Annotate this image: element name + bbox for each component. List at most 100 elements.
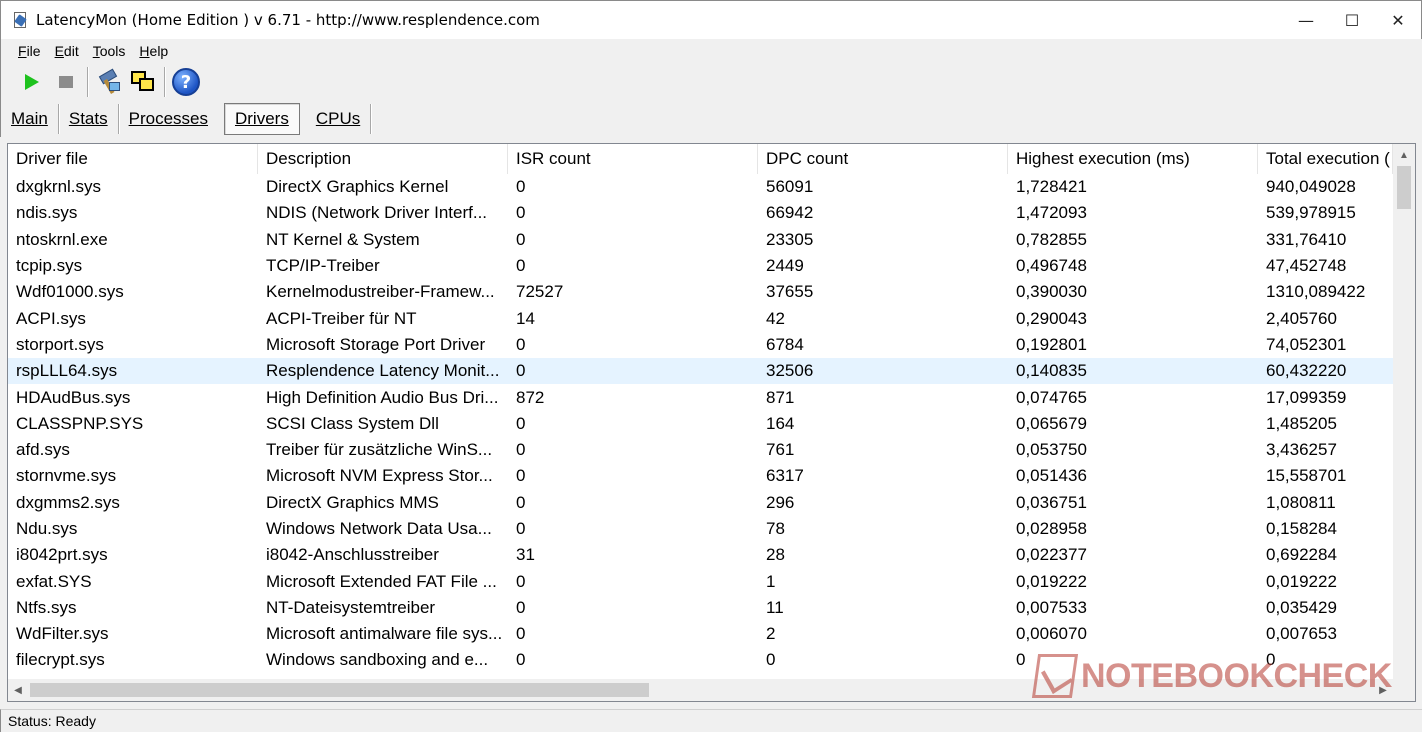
menu-item-edit[interactable]: Edit	[48, 43, 86, 59]
table-cell: 0	[516, 256, 526, 276]
table-row[interactable]: afd.sys Treiber für zusätzliche WinS... 0 7…	[8, 437, 1393, 463]
table-cell: 2,405760	[1266, 308, 1337, 328]
menu-item-file[interactable]: File	[11, 43, 48, 59]
vertical-scroll-thumb[interactable]	[1397, 166, 1411, 209]
stop-icon	[59, 76, 73, 88]
toolbar: ?	[0, 63, 1422, 101]
horizontal-scroll-thumb[interactable]	[30, 683, 649, 697]
table-cell: 0,074765	[1016, 387, 1087, 407]
table-row[interactable]: HDAudBus.sys High Definition Audio Bus Dr…	[8, 384, 1393, 410]
table-cell: 0	[516, 203, 526, 223]
table-row[interactable]: storport.sys Microsoft Storage Port Drive…	[8, 332, 1393, 358]
table-row[interactable]: stornvme.sys Microsoft NVM Express Stor..…	[8, 463, 1393, 489]
table-row[interactable]: exfat.SYS Microsoft Extended FAT File ...…	[8, 568, 1393, 594]
help-icon: ?	[172, 68, 200, 96]
hammer-tool-button[interactable]	[92, 66, 126, 98]
table-row[interactable]: dxgkrnl.sys DirectX Graphics Kernel 0 56091…	[8, 174, 1393, 200]
table-cell: 2	[766, 624, 776, 644]
table-cell: 0	[516, 597, 526, 617]
table-cell: 56091	[766, 177, 814, 197]
column-header[interactable]: DPC count	[758, 144, 1008, 174]
table-cell: NT-Dateisystemtreiber	[266, 597, 436, 617]
help-button[interactable]: ?	[169, 66, 203, 98]
table-cell: exfat.SYS	[16, 571, 92, 591]
table-row[interactable]: Ntfs.sys NT-Dateisystemtreiber 0 11 0,007533…	[8, 595, 1393, 621]
table-cell: 0,192801	[1016, 334, 1087, 354]
table-row[interactable]: tcpip.sys TCP/IP-Treiber 0 2449 0,496748 47,4…	[8, 253, 1393, 279]
table-cell: ACPI-Treiber für NT	[266, 308, 417, 328]
table-cell: 0,022377	[1016, 545, 1087, 565]
table-cell: 871	[766, 387, 795, 407]
hammer-icon	[97, 68, 121, 94]
table-row[interactable]: ACPI.sys ACPI-Treiber für NT 14 42 0,290043 2…	[8, 305, 1393, 331]
tab-stats[interactable]: Stats	[59, 103, 118, 135]
table-cell: Microsoft antimalware file sys...	[266, 624, 503, 644]
tab-main[interactable]: Main	[1, 103, 58, 135]
scroll-right-icon[interactable]: ▶	[1373, 679, 1393, 701]
table-cell: 0,019222	[1016, 571, 1087, 591]
table-cell: SCSI Class System Dll	[266, 413, 439, 433]
table-row[interactable]: rspLLL64.sys Resplendence Latency Monit..…	[8, 358, 1393, 385]
column-header[interactable]: Driver file	[8, 144, 258, 174]
tab-cpus[interactable]: CPUs	[306, 103, 370, 135]
table-cell: 761	[766, 440, 795, 460]
scroll-left-icon[interactable]: ◀	[8, 679, 28, 701]
table-cell: Windows sandboxing and e...	[266, 650, 489, 670]
table-cell: 1,728421	[1016, 177, 1087, 197]
windows-icon	[130, 70, 156, 94]
table-cell: 0,140835	[1016, 361, 1087, 381]
table-row[interactable]: CLASSPNP.SYS SCSI Class System Dll 0 164 0,0…	[8, 411, 1393, 437]
table-cell: 0,035429	[1266, 597, 1337, 617]
scroll-up-icon[interactable]: ▲	[1393, 144, 1415, 166]
tab-processes[interactable]: Processes	[119, 103, 218, 135]
table-cell: 42	[766, 308, 785, 328]
table-cell: 164	[766, 413, 795, 433]
vertical-scrollbar[interactable]: ▲	[1393, 144, 1415, 679]
table-row[interactable]: filecrypt.sys Windows sandboxing and e...…	[8, 647, 1393, 673]
table-cell: 0,036751	[1016, 492, 1087, 512]
table-row[interactable]: WdFilter.sys Microsoft antimalware file s…	[8, 621, 1393, 647]
table-cell: stornvme.sys	[16, 466, 117, 486]
table-cell: 0	[516, 440, 526, 460]
table-cell: 28	[766, 545, 785, 565]
column-header[interactable]: Highest execution (ms)	[1008, 144, 1258, 174]
table-row[interactable]: Wdf01000.sys Kernelmodustreiber-Framew...…	[8, 279, 1393, 305]
window-controls: — ☐ ✕	[1283, 1, 1421, 40]
start-button[interactable]	[15, 66, 49, 98]
tab-drivers[interactable]: Drivers	[223, 103, 300, 135]
table-cell: HDAudBus.sys	[16, 387, 131, 407]
table-row[interactable]: ntoskrnl.exe NT Kernel & System 0 23305 0,78…	[8, 227, 1393, 253]
table-cell: 0,390030	[1016, 282, 1087, 302]
horizontal-scrollbar[interactable]: ◀ ▶	[8, 679, 1393, 701]
table-cell: 0	[516, 229, 526, 249]
menu-item-help[interactable]: Help	[132, 43, 175, 59]
table-row[interactable]: dxgmms2.sys DirectX Graphics MMS 0 296 0,036…	[8, 490, 1393, 516]
column-header[interactable]: Description	[258, 144, 508, 174]
table-row[interactable]: Ndu.sys Windows Network Data Usa... 0 78 0,0…	[8, 516, 1393, 542]
table-cell: Microsoft NVM Express Stor...	[266, 466, 493, 486]
tab-bar: Main Stats Processes Drivers CPUs	[0, 101, 1422, 137]
menu-item-tools[interactable]: Tools	[86, 43, 133, 59]
table-cell: 0	[516, 413, 526, 433]
windows-button[interactable]	[126, 66, 160, 98]
column-header[interactable]: ISR count	[508, 144, 758, 174]
close-button[interactable]: ✕	[1375, 1, 1421, 40]
table-cell: 78	[766, 519, 785, 538]
maximize-button[interactable]: ☐	[1329, 1, 1375, 40]
minimize-button[interactable]: —	[1283, 1, 1329, 40]
table-cell: 0,028958	[1016, 519, 1087, 538]
table-cell: 872	[516, 387, 545, 407]
table-cell: 940,049028	[1266, 177, 1356, 197]
table-cell: 60,432220	[1266, 361, 1347, 381]
column-header[interactable]: Total execution (	[1258, 144, 1393, 174]
table-cell: 0	[516, 571, 526, 591]
table-row[interactable]: ndis.sys NDIS (Network Driver Interf... 0 6…	[8, 200, 1393, 226]
stop-button[interactable]	[49, 66, 83, 98]
table-cell: WdFilter.sys	[16, 624, 109, 644]
table-cell: Resplendence Latency Monit...	[266, 361, 500, 381]
table-cell: 0	[516, 650, 526, 670]
table-row[interactable]: i8042prt.sys i8042-Anschlusstreiber 31 28 0,…	[8, 542, 1393, 568]
table-cell: 1310,089422	[1266, 282, 1366, 302]
table-cell: Microsoft Storage Port Driver	[266, 334, 486, 354]
table-cell: 6317	[766, 466, 804, 486]
